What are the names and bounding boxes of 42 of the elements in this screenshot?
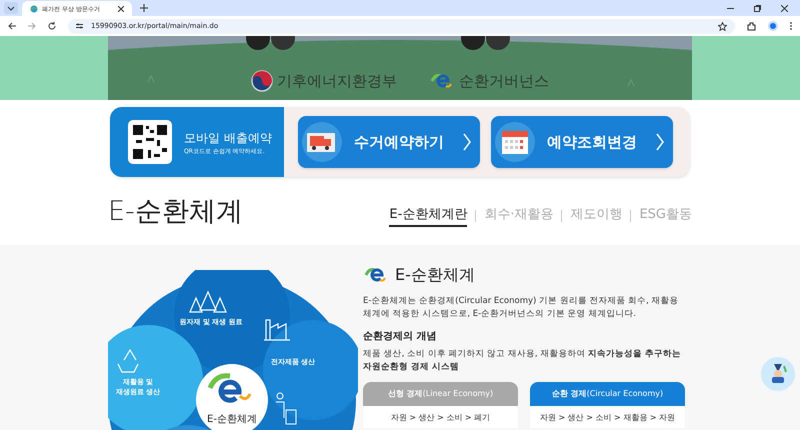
section-tab[interactable]: ESG활동	[639, 204, 692, 228]
chevron-right-icon	[462, 132, 472, 152]
center-label: E-순환체계	[207, 414, 257, 425]
section-tab[interactable]: 회수·재활용	[484, 204, 554, 228]
mobile-reservation-title: 모바일 배출예약	[184, 130, 272, 146]
factory-icon	[263, 319, 291, 341]
truck-icon	[302, 122, 342, 162]
site-info-icon[interactable]	[76, 23, 83, 29]
bookmark-icon[interactable]	[718, 22, 727, 30]
profile-icon[interactable]	[768, 21, 778, 31]
tab-list-icon[interactable]	[4, 2, 18, 14]
content-heading: E-순환체계	[395, 264, 475, 286]
section-tab[interactable]: 제도이행	[570, 204, 622, 228]
economy-flow: 자원 > 생산 > 소비 > 재활용 > 자원	[538, 412, 676, 424]
trash-bin-icon	[276, 392, 296, 424]
taegeuk-icon	[251, 70, 273, 92]
section-title: E-순환체계	[108, 194, 243, 229]
economy-card-header: 선형 경제(Linear Economy)	[363, 382, 518, 406]
section-tab[interactable]: E-순환체계란	[389, 204, 468, 228]
quick-menu-button[interactable]: 예약조회변경	[491, 116, 673, 168]
concept-heading: 순환경제의 개념	[363, 330, 438, 344]
reload-icon[interactable]	[48, 22, 56, 30]
close-icon[interactable]	[118, 6, 124, 12]
e-logo-icon	[208, 373, 252, 403]
restore-icon[interactable]	[754, 4, 761, 12]
chevron-right-icon	[655, 132, 665, 152]
concept-paragraph: 제품 생산, 소비 이후 폐기하지 않고 재사용, 재활용하여 지속가능성을 추구하는 자원순환형 경제 시스템	[363, 348, 682, 374]
site-icon	[30, 5, 38, 13]
new-tab-icon[interactable]	[140, 4, 148, 12]
quick-menu-button[interactable]: 수거예약하기	[298, 116, 480, 168]
trees-icon	[189, 290, 227, 313]
back-icon[interactable]	[8, 22, 16, 30]
logo-text: 기후에너지환경부	[277, 70, 397, 92]
intro-paragraph: E-순환체계는 순환경제(Circular Economy) 기본 원리를 전자제품 회수, 재활용 체계에 적용한 시스템으로, E-순환거버넌스의 기본 운영 체계입니다.	[363, 295, 680, 321]
economy-card-header: 순환 경제(Circular Economy)	[530, 382, 685, 406]
chatbot-button[interactable]	[761, 357, 795, 391]
qr-code-icon	[128, 120, 172, 164]
close-window-icon[interactable]	[781, 4, 788, 12]
logo-text: 순환거버넌스	[459, 70, 549, 92]
extensions-icon[interactable]	[747, 22, 756, 30]
economy-flow: 자원 > 생산 > 소비 > 폐기	[390, 412, 492, 424]
calendar-icon	[495, 122, 535, 162]
